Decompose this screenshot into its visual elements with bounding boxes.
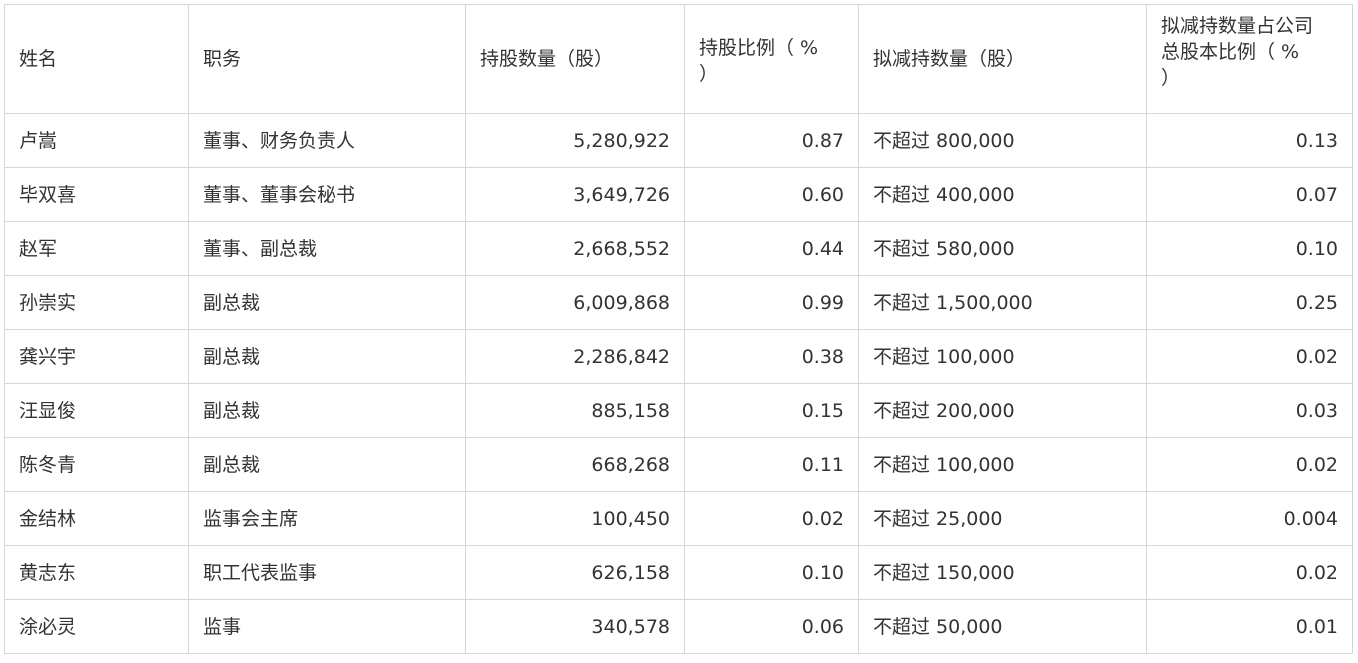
cell-position: 副总裁	[188, 383, 466, 438]
header-reduction-ratio: 拟减持数量占公司 总股本比例（ % ）	[1146, 4, 1353, 114]
cell-planned-reduction: 不超过 25,000	[858, 491, 1147, 546]
cell-holding-ratio: 0.87	[684, 113, 859, 168]
table-row: 毕双喜 董事、董事会秘书 3,649,726 0.60 不超过 400,000 0.07	[4, 167, 1353, 222]
table-header-row: 姓名 职务 持股数量（股） 持股比例（ % ） 拟减持数量（股） 拟减持数量占公…	[4, 4, 1353, 114]
cell-name: 龚兴宇	[4, 329, 189, 384]
cell-holding-ratio: 0.38	[684, 329, 859, 384]
cell-holding-ratio: 0.99	[684, 275, 859, 330]
cell-shares-held: 885,158	[465, 383, 685, 438]
cell-holding-ratio: 0.60	[684, 167, 859, 222]
table-row: 汪显俊 副总裁 885,158 0.15 不超过 200,000 0.03	[4, 383, 1353, 438]
cell-position: 副总裁	[188, 437, 466, 492]
header-reduction-ratio-line3: ）	[1161, 67, 1181, 89]
cell-reduction-ratio: 0.02	[1146, 545, 1353, 600]
cell-position: 董事、副总裁	[188, 221, 466, 276]
cell-shares-held: 2,286,842	[465, 329, 685, 384]
cell-planned-reduction: 不超过 200,000	[858, 383, 1147, 438]
cell-shares-held: 2,668,552	[465, 221, 685, 276]
header-holding-ratio-line2: ）	[699, 63, 719, 85]
cell-shares-held: 340,578	[465, 599, 685, 654]
cell-shares-held: 5,280,922	[465, 113, 685, 168]
cell-planned-reduction: 不超过 1,500,000	[858, 275, 1147, 330]
shareholding-table: 姓名 职务 持股数量（股） 持股比例（ % ） 拟减持数量（股） 拟减持数量占公…	[4, 4, 1353, 654]
cell-shares-held: 100,450	[465, 491, 685, 546]
cell-planned-reduction: 不超过 50,000	[858, 599, 1147, 654]
cell-reduction-ratio: 0.03	[1146, 383, 1353, 438]
header-reduction-ratio-line2: 总股本比例（ %	[1161, 41, 1300, 63]
cell-reduction-ratio: 0.02	[1146, 329, 1353, 384]
cell-planned-reduction: 不超过 150,000	[858, 545, 1147, 600]
table-row: 孙崇实 副总裁 6,009,868 0.99 不超过 1,500,000 0.25	[4, 275, 1353, 330]
table-row: 金结林 监事会主席 100,450 0.02 不超过 25,000 0.004	[4, 491, 1353, 546]
cell-reduction-ratio: 0.02	[1146, 437, 1353, 492]
header-holding-ratio-line1: 持股比例（ %	[699, 37, 819, 59]
table-row: 卢嵩 董事、财务负责人 5,280,922 0.87 不超过 800,000 0.13	[4, 113, 1353, 168]
cell-shares-held: 3,649,726	[465, 167, 685, 222]
cell-name: 涂必灵	[4, 599, 189, 654]
table-row: 黄志东 职工代表监事 626,158 0.10 不超过 150,000 0.02	[4, 545, 1353, 600]
cell-planned-reduction: 不超过 580,000	[858, 221, 1147, 276]
cell-name: 汪显俊	[4, 383, 189, 438]
header-planned-reduction: 拟减持数量（股）	[858, 4, 1147, 114]
cell-holding-ratio: 0.02	[684, 491, 859, 546]
cell-planned-reduction: 不超过 100,000	[858, 329, 1147, 384]
header-name: 姓名	[4, 4, 189, 114]
cell-position: 监事会主席	[188, 491, 466, 546]
cell-holding-ratio: 0.06	[684, 599, 859, 654]
cell-position: 副总裁	[188, 329, 466, 384]
header-reduction-ratio-line1: 拟减持数量占公司	[1161, 15, 1314, 37]
table-row: 龚兴宇 副总裁 2,286,842 0.38 不超过 100,000 0.02	[4, 329, 1353, 384]
cell-name: 赵军	[4, 221, 189, 276]
cell-reduction-ratio: 0.004	[1146, 491, 1353, 546]
cell-reduction-ratio: 0.07	[1146, 167, 1353, 222]
header-shares-held: 持股数量（股）	[465, 4, 685, 114]
cell-name: 孙崇实	[4, 275, 189, 330]
cell-holding-ratio: 0.10	[684, 545, 859, 600]
cell-shares-held: 626,158	[465, 545, 685, 600]
cell-position: 董事、财务负责人	[188, 113, 466, 168]
cell-holding-ratio: 0.44	[684, 221, 859, 276]
cell-position: 职工代表监事	[188, 545, 466, 600]
cell-planned-reduction: 不超过 400,000	[858, 167, 1147, 222]
cell-name: 陈冬青	[4, 437, 189, 492]
cell-name: 金结林	[4, 491, 189, 546]
table-row: 陈冬青 副总裁 668,268 0.11 不超过 100,000 0.02	[4, 437, 1353, 492]
cell-reduction-ratio: 0.01	[1146, 599, 1353, 654]
cell-position: 董事、董事会秘书	[188, 167, 466, 222]
cell-reduction-ratio: 0.10	[1146, 221, 1353, 276]
cell-name: 毕双喜	[4, 167, 189, 222]
table-row: 涂必灵 监事 340,578 0.06 不超过 50,000 0.01	[4, 599, 1353, 654]
header-holding-ratio: 持股比例（ % ）	[684, 4, 859, 114]
table-body: 卢嵩 董事、财务负责人 5,280,922 0.87 不超过 800,000 0.13 毕双…	[4, 113, 1353, 654]
cell-shares-held: 668,268	[465, 437, 685, 492]
header-position: 职务	[188, 4, 466, 114]
table-row: 赵军 董事、副总裁 2,668,552 0.44 不超过 580,000 0.10	[4, 221, 1353, 276]
cell-position: 监事	[188, 599, 466, 654]
cell-planned-reduction: 不超过 800,000	[858, 113, 1147, 168]
cell-holding-ratio: 0.11	[684, 437, 859, 492]
cell-shares-held: 6,009,868	[465, 275, 685, 330]
cell-reduction-ratio: 0.13	[1146, 113, 1353, 168]
cell-position: 副总裁	[188, 275, 466, 330]
cell-holding-ratio: 0.15	[684, 383, 859, 438]
cell-reduction-ratio: 0.25	[1146, 275, 1353, 330]
cell-name: 卢嵩	[4, 113, 189, 168]
cell-planned-reduction: 不超过 100,000	[858, 437, 1147, 492]
cell-name: 黄志东	[4, 545, 189, 600]
